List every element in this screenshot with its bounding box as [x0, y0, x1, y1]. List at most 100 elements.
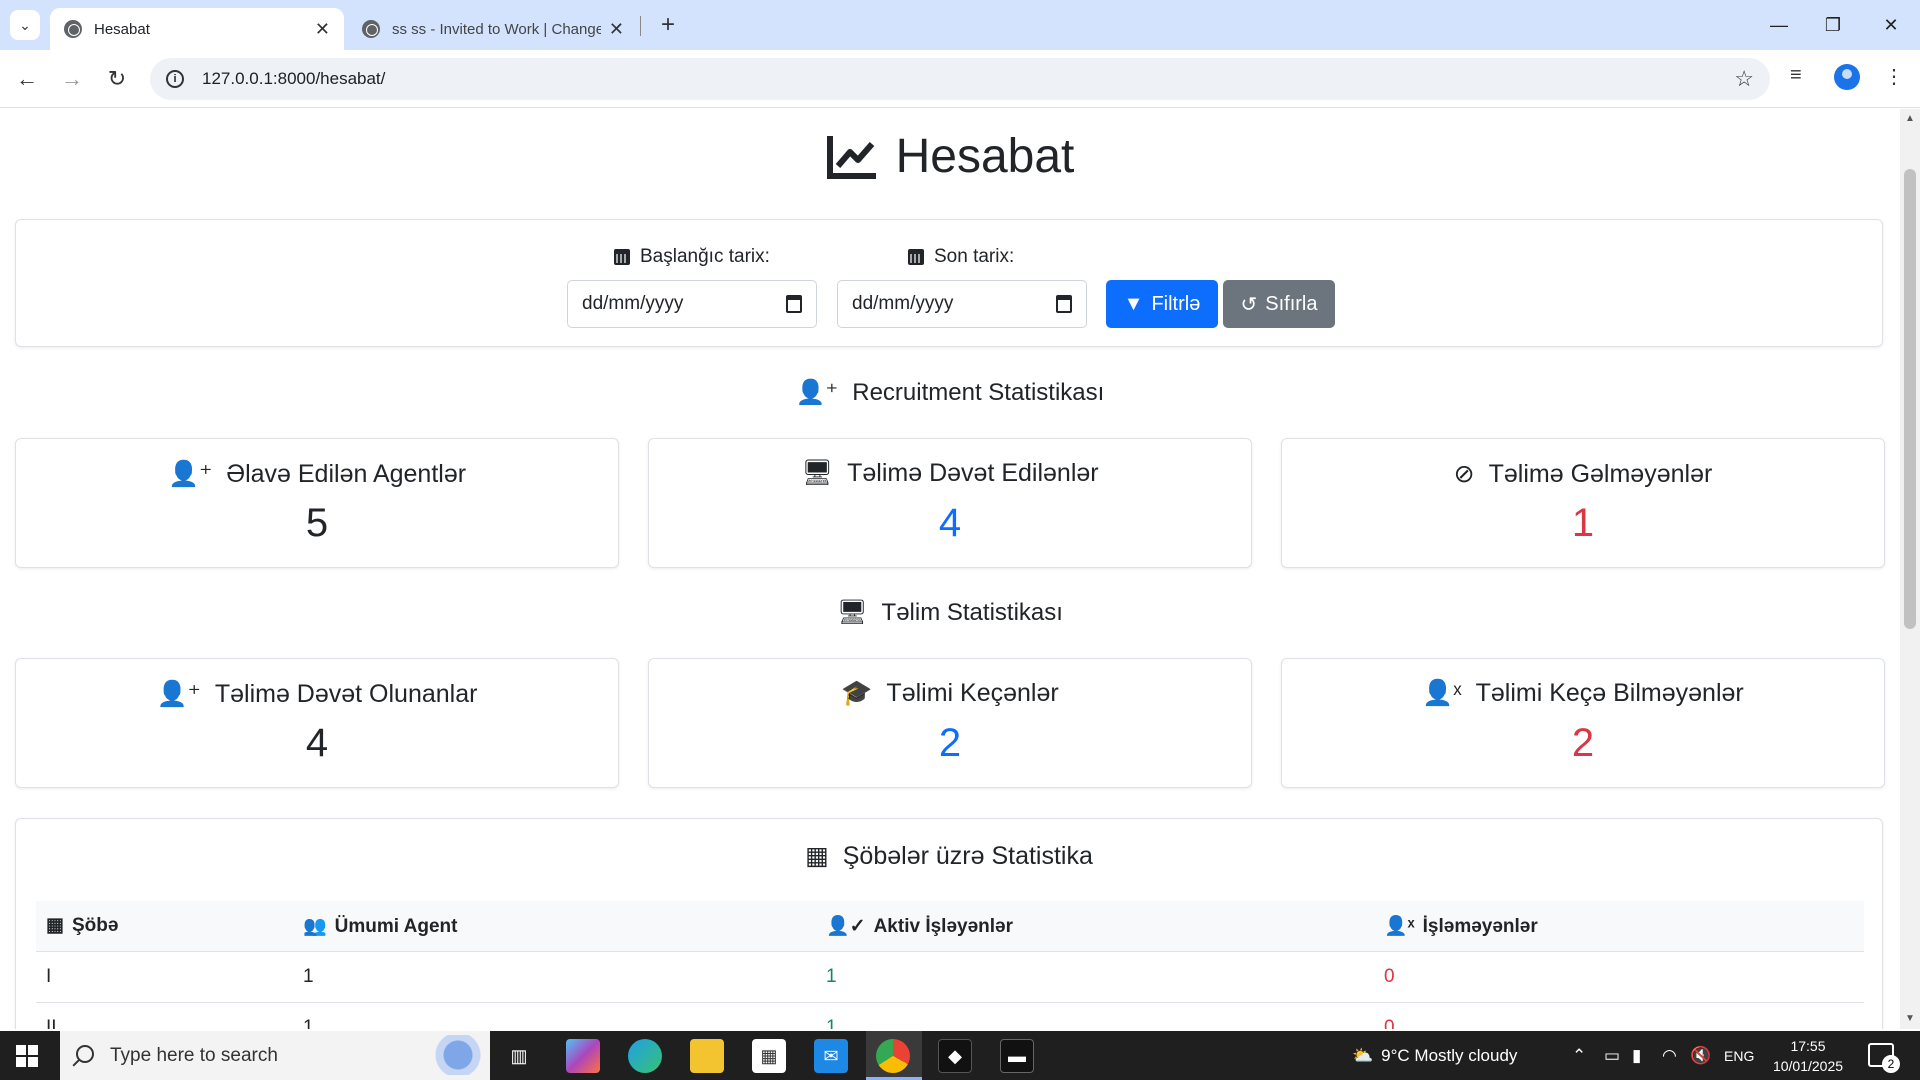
stat-label: Təlimə Gəlməyənlər [1488, 460, 1713, 488]
column-label: Aktiv İşləyənlər [873, 915, 1013, 937]
graduation-cap-icon: 🎓 [841, 679, 873, 707]
weather-widget[interactable]: ⛅ 9°C Mostly cloudy [1352, 1031, 1517, 1080]
cell-total: 1 [293, 1002, 816, 1029]
tab-close-icon[interactable]: ✕ [609, 19, 624, 40]
stat-card-passed: 🎓 Təlimi Keçənlər 2 [648, 658, 1252, 788]
back-button[interactable]: ← [10, 62, 44, 96]
cell-total: 1 [293, 951, 816, 1003]
start-date-label-text: Başlanğıc tarix: [640, 246, 770, 267]
volume-muted-icon[interactable]: 🔇 [1690, 1031, 1711, 1080]
stat-card-title: 🖥 Təlimə Dəvət Edilənlər [649, 459, 1251, 488]
search-placeholder: Type here to search [110, 1044, 278, 1066]
column-label: Şöbə [71, 915, 119, 937]
filter-button[interactable]: ▼ Filtrlə [1106, 280, 1218, 328]
tab-hesabat[interactable]: Hesabat ✕ [50, 8, 344, 50]
mail-icon[interactable]: ✉ [814, 1039, 848, 1073]
column-header-active[interactable]: 👤✓ Aktiv İşləyənlər [816, 901, 1374, 952]
minimize-button[interactable]: — [1756, 8, 1802, 42]
stat-label: Təlimi Keçə Bilməyənlər [1475, 679, 1744, 707]
search-highlight-image [410, 1035, 490, 1075]
stat-card-added-agents: 👤⁺ Əlavə Edilən Agentlər 5 [15, 438, 619, 568]
taskbar-search[interactable]: Type here to search [60, 1031, 490, 1080]
forward-button[interactable]: → [55, 62, 89, 96]
cell-active: 1 [816, 1002, 1374, 1029]
task-view-icon[interactable]: ▥ [502, 1039, 536, 1073]
stat-value: 2 [938, 721, 962, 765]
tab-invited[interactable]: ss ss - Invited to Work | Change ✕ [348, 8, 638, 50]
meet-icon[interactable]: ▭ [1604, 1031, 1620, 1080]
profile-avatar[interactable] [1834, 64, 1860, 90]
show-hidden-icons[interactable]: ⌃ [1572, 1031, 1586, 1080]
reset-button[interactable]: ↺ Sıfırla [1223, 280, 1335, 328]
stat-label: Təlimi Keçənlər [886, 679, 1059, 707]
wifi-icon[interactable]: ◠ [1662, 1031, 1677, 1080]
stat-card-failed: 👤ˣ Təlimi Keçə Bilməyənlər 2 [1281, 658, 1885, 788]
calendar-picker-icon[interactable] [1056, 295, 1072, 313]
language-indicator[interactable]: ENG [1724, 1031, 1754, 1080]
stat-card-title: ⊘ Təlimə Gəlməyənlər [1282, 459, 1884, 489]
column-header-inactive[interactable]: 👤ˣ İşləməyənlər [1374, 901, 1864, 952]
tab-separator [640, 16, 641, 36]
training-section-title: 🖥 Təlim Statistikası [0, 598, 1900, 627]
media-control-icon[interactable]: ≡ [1790, 64, 1802, 87]
stat-card-not-attended: ⊘ Təlimə Gəlməyənlər 1 [1281, 438, 1885, 568]
tab-search-button[interactable]: ⌄ [10, 10, 40, 40]
stat-label: Təlimə Dəvət Edilənlər [847, 459, 1099, 487]
start-date-input[interactable]: dd/mm/yyyy [567, 280, 817, 328]
clock[interactable]: 17:55 10/01/2025 [1768, 1036, 1848, 1076]
clock-time: 17:55 [1790, 1038, 1826, 1054]
cell-department: I [36, 951, 293, 1003]
column-header-total-agents[interactable]: 👥 Ümumi Agent [293, 901, 816, 952]
scrollbar-thumb[interactable] [1904, 169, 1916, 629]
departments-title-text: Şöbələr üzrə Statistika [842, 842, 1093, 870]
page-scrollbar[interactable]: ▲ ▼ [1900, 109, 1920, 1029]
scroll-down-icon[interactable]: ▼ [1905, 1013, 1915, 1024]
user-check-icon: 👤✓ [826, 915, 866, 937]
reload-button[interactable]: ↻ [100, 62, 134, 96]
menu-icon[interactable]: ⋮ [1884, 64, 1904, 89]
table-row: II 1 1 0 [36, 1002, 1864, 1029]
edge-icon[interactable] [628, 1039, 662, 1073]
table-header-row: ▦ Şöbə 👥 Ümumi Agent 👤✓ Aktiv İşləyənlər 👤ˣ… [36, 901, 1864, 952]
page-heading: Hesabat [0, 129, 1900, 184]
windows-start-icon[interactable] [16, 1045, 38, 1067]
stat-value: 2 [1571, 721, 1595, 765]
globe-icon [64, 20, 82, 38]
chalkboard-teacher-icon: 🖥 [837, 599, 868, 626]
tab-close-icon[interactable]: ✕ [315, 19, 330, 40]
browser-tab-bar: ⌄ Hesabat ✕ ss ss - Invited to Work | Ch… [0, 0, 1920, 50]
bookmark-star-icon[interactable]: ☆ [1734, 66, 1754, 92]
departments-card: ▦ Şöbələr üzrə Statistika ▦ Şöbə 👥 Ümumi Ag… [15, 818, 1883, 1029]
site-info-icon[interactable]: i [166, 70, 184, 88]
calendar-icon [614, 249, 630, 265]
app-cube-icon[interactable]: ◆ [938, 1039, 972, 1073]
restore-button[interactable]: ❐ [1810, 8, 1856, 42]
user-times-icon: 👤ˣ [1384, 915, 1415, 937]
copilot-icon[interactable] [566, 1039, 600, 1073]
address-bar[interactable]: i 127.0.0.1:8000/hesabat/ ☆ [150, 58, 1770, 100]
terminal-icon[interactable]: ▬ [1000, 1039, 1034, 1073]
new-tab-button[interactable]: + [652, 8, 684, 42]
battery-icon[interactable]: ▮ [1632, 1031, 1641, 1080]
departments-table: ▦ Şöbə 👥 Ümumi Agent 👤✓ Aktiv İşləyənlər 👤ˣ… [36, 901, 1864, 1029]
stat-card-title: 🎓 Təlimi Keçənlər [649, 679, 1251, 708]
stat-value: 1 [1571, 501, 1595, 545]
calendar-picker-icon[interactable] [786, 295, 802, 313]
notification-icon[interactable]: 2 [1868, 1043, 1900, 1073]
column-label: Ümumi Agent [334, 915, 458, 937]
filter-button-label: Filtrlə [1151, 292, 1201, 315]
close-window-button[interactable]: ✕ [1868, 8, 1914, 42]
end-date-input[interactable]: dd/mm/yyyy [837, 280, 1087, 328]
file-explorer-icon[interactable] [690, 1039, 724, 1073]
recruitment-title-text: Recruitment Statistikası [852, 379, 1105, 406]
stat-value: 4 [305, 721, 329, 765]
chrome-icon[interactable] [876, 1039, 910, 1073]
microsoft-store-icon[interactable]: ▦ [752, 1039, 786, 1073]
user-plus-icon: 👤⁺ [795, 379, 839, 406]
scroll-up-icon[interactable]: ▲ [1905, 113, 1915, 124]
browser-toolbar: ← → ↻ i 127.0.0.1:8000/hesabat/ ☆ ≡ ⋮ [0, 50, 1920, 108]
calendar-icon [908, 249, 924, 265]
url-text: 127.0.0.1:8000/hesabat/ [202, 69, 386, 88]
building-icon: ▦ [805, 842, 829, 870]
column-header-department[interactable]: ▦ Şöbə [36, 901, 293, 952]
